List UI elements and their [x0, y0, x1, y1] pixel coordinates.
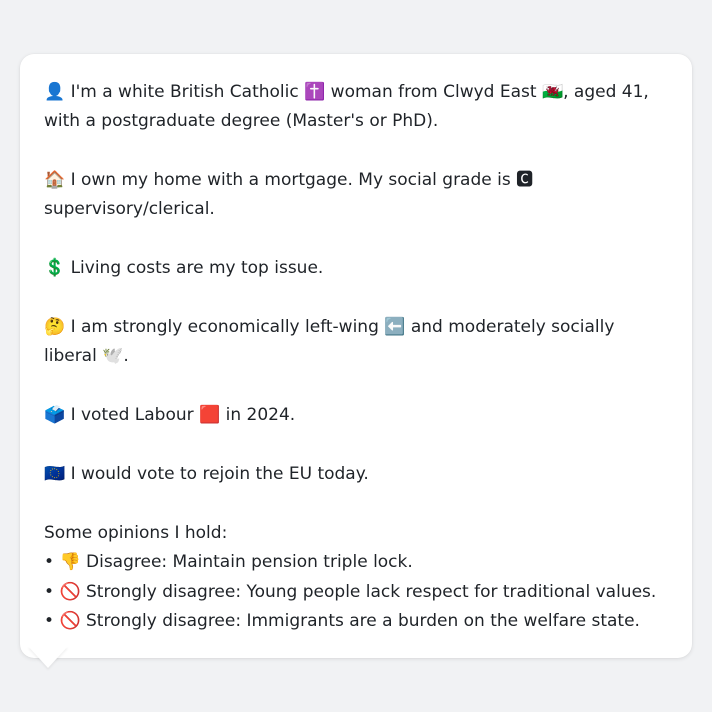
- opinion-item: • 🚫 Strongly disagree: Immigrants are a …: [44, 607, 668, 637]
- opinion-text: Strongly disagree: Young people lack res…: [80, 581, 657, 602]
- ideology-text-c: .: [123, 346, 129, 366]
- house-icon: 🏠: [44, 170, 66, 190]
- speech-bubble-tail: [28, 646, 68, 668]
- prohibited-icon: 🚫: [59, 581, 81, 602]
- opinion-item: • 👎 Disagree: Maintain pension triple lo…: [44, 548, 668, 578]
- ideology-paragraph: 🤔 I am strongly economically left-wing ⬅…: [44, 313, 668, 371]
- opinion-text: Strongly disagree: Immigrants are a burd…: [80, 611, 640, 631]
- vote-text-a: I voted Labour: [65, 405, 200, 425]
- cross-icon: ✝️: [304, 82, 326, 102]
- thumbs-down-icon: 👎: [59, 552, 81, 572]
- prohibited-icon: 🚫: [59, 611, 81, 631]
- opinion-text: Disagree: Maintain pension triple lock.: [80, 552, 413, 572]
- red-square-icon: 🟥: [199, 405, 221, 425]
- intro-text-a: I'm a white British Catholic: [65, 82, 305, 102]
- left-arrow-icon: ⬅️: [384, 317, 406, 337]
- intro-paragraph: 👤 I'm a white British Catholic ✝️ woman …: [44, 78, 668, 136]
- issue-paragraph: 💲 Living costs are my top issue.: [44, 254, 668, 283]
- wales-flag-icon: 🏴󠁧󠁢󠁷󠁬󠁳󠁿: [541, 82, 564, 102]
- home-paragraph: 🏠 I own my home with a mortgage. My soci…: [44, 166, 668, 224]
- eu-text: I would vote to rejoin the EU today.: [65, 464, 369, 484]
- opinions-list: • 👎 Disagree: Maintain pension triple lo…: [44, 548, 668, 637]
- opinions-section: Some opinions I hold: • 👎 Disagree: Main…: [44, 519, 668, 637]
- home-text-a: I own my home with a mortgage. My social…: [65, 170, 517, 190]
- intro-text-b: woman from Clwyd East: [325, 82, 542, 102]
- vote-text-b: in 2024.: [220, 405, 296, 425]
- persona-card: 👤 I'm a white British Catholic ✝️ woman …: [20, 54, 692, 658]
- opinions-heading: Some opinions I hold:: [44, 523, 228, 543]
- vote-paragraph: 🗳️ I voted Labour 🟥 in 2024.: [44, 401, 668, 430]
- issue-text: Living costs are my top issue.: [65, 258, 324, 278]
- home-text-b: supervisory/clerical.: [44, 199, 215, 219]
- opinion-item: • 🚫 Strongly disagree: Young people lack…: [44, 578, 668, 608]
- grade-c-icon: 🅲: [516, 170, 534, 190]
- eu-paragraph: 🇪🇺 I would vote to rejoin the EU today.: [44, 460, 668, 489]
- dollar-icon: 💲: [44, 258, 66, 278]
- person-icon: 👤: [44, 82, 66, 102]
- bullet: •: [44, 581, 55, 602]
- ideology-text-a: I am strongly economically left-wing: [65, 317, 385, 337]
- bullet: •: [44, 611, 55, 631]
- dove-icon: 🕊️: [102, 346, 124, 366]
- bullet: •: [44, 552, 55, 572]
- eu-flag-icon: 🇪🇺: [44, 464, 66, 484]
- ballot-box-icon: 🗳️: [44, 405, 66, 425]
- thinking-face-icon: 🤔: [44, 317, 66, 337]
